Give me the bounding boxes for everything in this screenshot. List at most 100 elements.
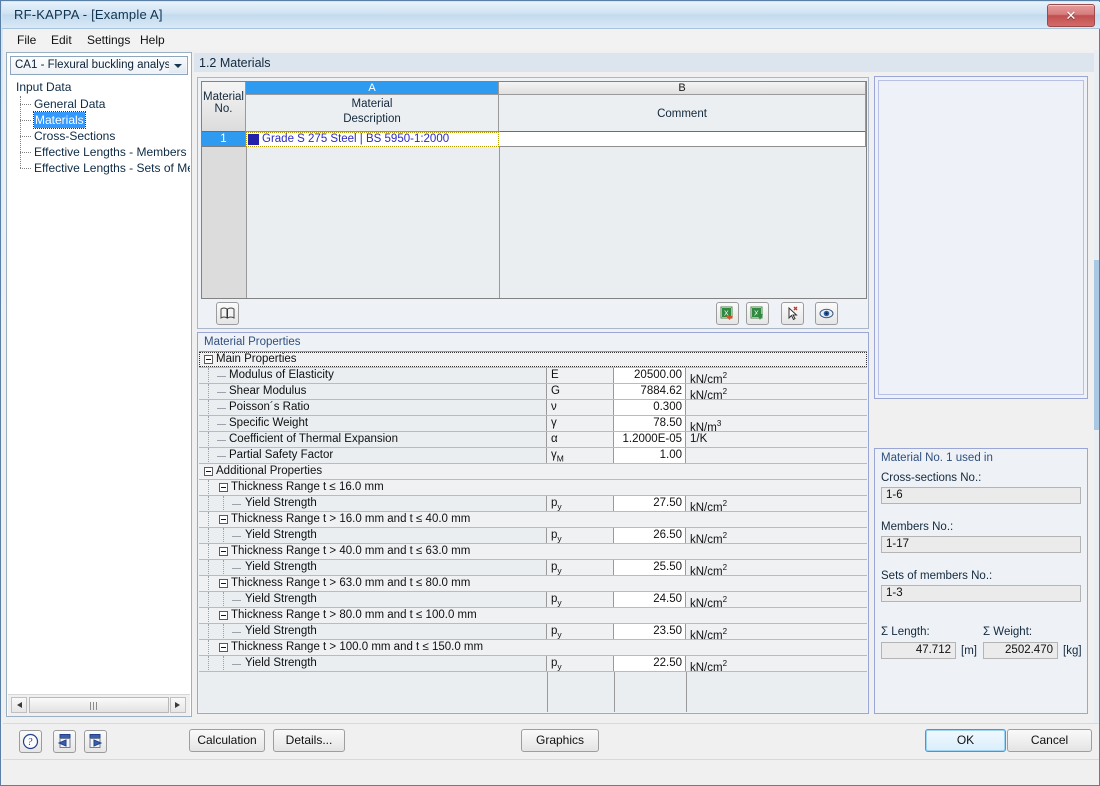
total-weight-value[interactable]: 2502.470 — [983, 642, 1058, 659]
collapse-icon[interactable] — [219, 483, 228, 492]
property-value[interactable]: 1.00 — [614, 448, 686, 463]
pick-icon[interactable] — [781, 302, 804, 325]
collapse-icon[interactable] — [219, 579, 228, 588]
property-value[interactable]: 1.2000E-05 — [614, 432, 686, 447]
property-row-modulus-of-elasticity[interactable]: Modulus of Elasticity E 20500.00 kN/cm2 — [199, 368, 867, 386]
property-row-partial-safety-factor[interactable]: Partial Safety Factor γM 1.00 — [199, 448, 867, 464]
property-value[interactable]: 26.50 — [614, 528, 686, 543]
sets-of-members-label: Sets of members No.: — [881, 570, 993, 582]
property-subgroup-thickness-4[interactable]: Thickness Range t > 63.0 mm and t ≤ 80.0… — [199, 576, 867, 592]
analysis-case-combo[interactable]: CA1 - Flexural buckling analysis — [10, 56, 188, 75]
property-row-yield-strength-1[interactable]: Yield Strength py 27.50 kN/cm2 — [199, 496, 867, 514]
property-row-yield-strength-4[interactable]: Yield Strength py 24.50 kN/cm2 — [199, 592, 867, 610]
ok-button[interactable]: OK — [925, 729, 1006, 752]
property-subgroup-thickness-5[interactable]: Thickness Range t > 80.0 mm and t ≤ 100.… — [199, 608, 867, 624]
property-group-additional[interactable]: Additional Properties — [199, 464, 867, 480]
property-symbol: py — [547, 528, 614, 543]
row-header-1[interactable]: 1 — [202, 132, 246, 147]
group-label: Thickness Range t > 63.0 mm and t ≤ 80.0… — [231, 577, 471, 589]
scroll-left-arrow-icon[interactable] — [11, 697, 27, 713]
property-name: Yield Strength — [245, 657, 317, 669]
total-length-value[interactable]: 47.712 — [881, 642, 956, 659]
material-preview-panel[interactable] — [874, 76, 1088, 399]
chevron-down-icon[interactable] — [169, 58, 186, 73]
property-value[interactable]: 25.50 — [614, 560, 686, 575]
previous-icon[interactable] — [53, 730, 76, 753]
next-icon[interactable] — [84, 730, 107, 753]
property-value[interactable]: 20500.00 — [614, 368, 686, 383]
property-row-yield-strength-6[interactable]: Yield Strength py 22.50 kN/cm2 — [199, 656, 867, 674]
main-vertical-scrollbar[interactable] — [1094, 50, 1099, 723]
property-subgroup-thickness-3[interactable]: Thickness Range t > 40.0 mm and t ≤ 63.0… — [199, 544, 867, 560]
sidebar-item-label: Cross-Sections — [34, 129, 116, 143]
cell-comment[interactable] — [499, 132, 866, 147]
property-value[interactable]: 27.50 — [614, 496, 686, 511]
property-row-specific-weight[interactable]: Specific Weight γ 78.50 kN/m3 — [199, 416, 867, 434]
property-unit: kN/m3 — [686, 416, 867, 434]
export-excel-icon[interactable]: X — [746, 302, 769, 325]
property-value[interactable]: 7884.62 — [614, 384, 686, 399]
group-label: Thickness Range t ≤ 16.0 mm — [231, 481, 384, 493]
property-value[interactable]: 0.300 — [614, 400, 686, 415]
group-label: Main Properties — [216, 353, 297, 365]
property-value[interactable]: 22.50 — [614, 656, 686, 671]
property-row-shear-modulus[interactable]: Shear Modulus G 7884.62 kN/cm2 — [199, 384, 867, 402]
menu-edit[interactable]: Edit — [45, 32, 78, 48]
menu-help[interactable]: Help — [134, 32, 171, 48]
collapse-icon[interactable] — [219, 547, 228, 556]
property-unit: kN/cm2 — [686, 624, 867, 642]
details-button[interactable]: Details... — [273, 729, 345, 752]
sets-of-members-value[interactable]: 1-3 — [881, 585, 1081, 602]
property-value[interactable]: 23.50 — [614, 624, 686, 639]
group-label: Thickness Range t > 80.0 mm and t ≤ 100.… — [231, 609, 477, 621]
title-bar: RF-KAPPA - [Example A] ✕ — [2, 2, 1100, 29]
scroll-right-arrow-icon[interactable] — [170, 697, 186, 713]
client-area: CA1 - Flexural buckling analysis Input D… — [3, 50, 1099, 723]
property-row-coefficient-thermal-expansion[interactable]: Coefficient of Thermal Expansion α 1.200… — [199, 432, 867, 448]
navigation-panel: CA1 - Flexural buckling analysis Input D… — [6, 52, 192, 717]
members-value[interactable]: 1-17 — [881, 536, 1081, 553]
property-symbol: py — [547, 656, 614, 671]
cell-material-description[interactable]: Grade S 275 Steel | BS 5950-1:2000 — [245, 131, 500, 148]
sidebar-item-label: Materials — [33, 111, 86, 129]
menu-bar: File Edit Settings Help — [3, 29, 1099, 51]
column-header-b[interactable]: B — [499, 82, 866, 95]
status-bar — [3, 759, 1099, 784]
property-row-yield-strength-5[interactable]: Yield Strength py 23.50 kN/cm2 — [199, 624, 867, 642]
scrollbar-thumb[interactable] — [1094, 260, 1099, 430]
property-unit: kN/cm2 — [686, 656, 867, 674]
graphics-button[interactable]: Graphics — [521, 729, 599, 752]
collapse-icon[interactable] — [219, 643, 228, 652]
properties-caption: Material Properties — [204, 336, 301, 348]
property-subgroup-thickness-1[interactable]: Thickness Range t ≤ 16.0 mm — [199, 480, 867, 496]
cross-sections-value[interactable]: 1-6 — [881, 487, 1081, 504]
property-value[interactable]: 78.50 — [614, 416, 686, 431]
library-icon[interactable] — [216, 302, 239, 325]
import-excel-icon[interactable]: X — [716, 302, 739, 325]
menu-settings[interactable]: Settings — [81, 32, 136, 48]
collapse-icon[interactable] — [219, 515, 228, 524]
property-row-yield-strength-3[interactable]: Yield Strength py 25.50 kN/cm2 — [199, 560, 867, 578]
collapse-icon[interactable] — [204, 355, 213, 364]
nav-horizontal-scrollbar[interactable] — [8, 694, 190, 716]
grid-empty-rows[interactable] — [202, 147, 866, 298]
tree-root-input-data[interactable]: Input Data — [16, 80, 71, 94]
property-row-poissons-ratio[interactable]: Poisson´s Ratio ν 0.300 — [199, 400, 867, 416]
property-name: Modulus of Elasticity — [229, 369, 334, 381]
help-icon[interactable]: ? — [19, 730, 42, 753]
view-icon[interactable] — [815, 302, 838, 325]
property-subgroup-thickness-6[interactable]: Thickness Range t > 100.0 mm and t ≤ 150… — [199, 640, 867, 656]
scrollbar-thumb[interactable] — [29, 697, 169, 713]
property-row-yield-strength-2[interactable]: Yield Strength py 26.50 kN/cm2 — [199, 528, 867, 546]
collapse-icon[interactable] — [219, 611, 228, 620]
menu-file[interactable]: File — [11, 32, 42, 48]
calculation-button[interactable]: Calculation — [189, 729, 265, 752]
cancel-button[interactable]: Cancel — [1007, 729, 1092, 752]
property-subgroup-thickness-2[interactable]: Thickness Range t > 16.0 mm and t ≤ 40.0… — [199, 512, 867, 528]
close-button[interactable]: ✕ — [1047, 4, 1095, 27]
preview-canvas[interactable] — [878, 80, 1084, 395]
collapse-icon[interactable] — [204, 467, 213, 476]
property-value[interactable]: 24.50 — [614, 592, 686, 607]
column-header-a[interactable]: A — [246, 82, 499, 95]
property-group-main[interactable]: Main Properties — [199, 352, 867, 368]
